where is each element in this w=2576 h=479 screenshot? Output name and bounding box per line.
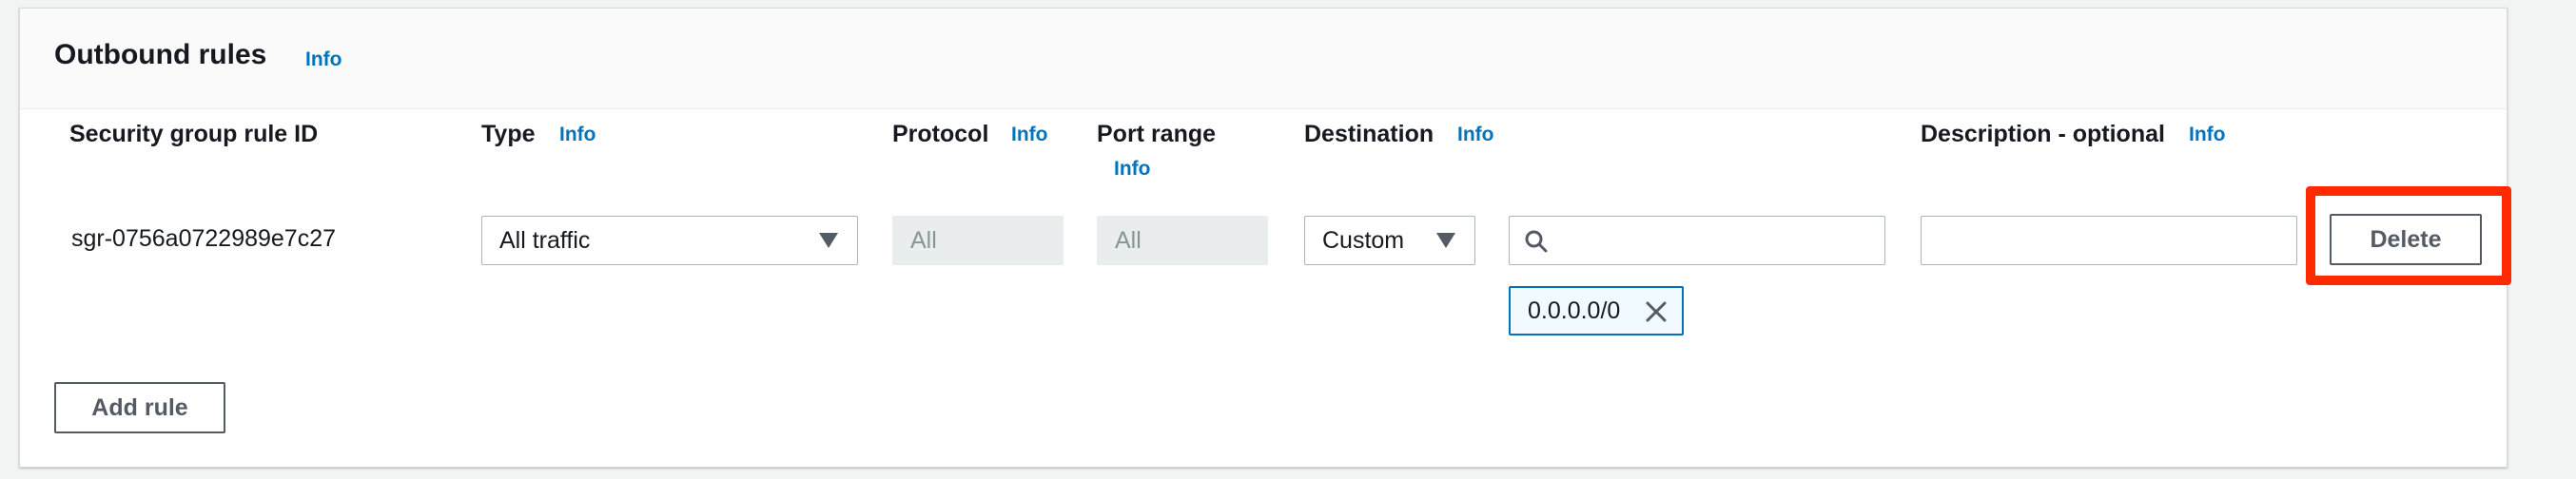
search-icon [1525, 230, 1548, 253]
panel-header: Outbound rules Info [20, 9, 2507, 109]
description-info-link[interactable]: Info [2189, 124, 2225, 146]
description-input[interactable] [1921, 216, 2297, 265]
protocol-value: All [910, 226, 937, 254]
destination-search-input[interactable] [1509, 216, 1885, 265]
col-type-label: Type [481, 121, 536, 147]
outbound-rules-panel: Outbound rules Info Security group rule … [19, 8, 2508, 468]
type-info-link[interactable]: Info [559, 124, 595, 146]
col-port-range-label: Port range [1097, 121, 1217, 147]
port-range-info-link[interactable]: Info [1114, 158, 1150, 181]
destination-token: 0.0.0.0/0 [1509, 286, 1684, 335]
destination-info-link[interactable]: Info [1457, 124, 1493, 146]
protocol-info-link[interactable]: Info [1011, 124, 1047, 146]
close-icon[interactable] [1644, 299, 1669, 324]
protocol-field: All [892, 216, 1064, 265]
destination-search [1509, 216, 1885, 265]
type-select[interactable]: All traffic [481, 216, 858, 265]
section-info-link[interactable]: Info [305, 48, 342, 71]
col-description-label: Description - optional [1921, 121, 2165, 147]
add-rule-button[interactable]: Add rule [54, 382, 225, 433]
type-select-value: All traffic [499, 226, 591, 254]
col-protocol-label: Protocol [892, 121, 989, 147]
destination-token-label: 0.0.0.0/0 [1528, 297, 1621, 324]
delete-button[interactable]: Delete [2330, 214, 2482, 265]
col-rule-id-label: Security group rule ID [69, 121, 319, 147]
destination-type-select[interactable]: Custom [1304, 216, 1475, 265]
port-range-field: All [1097, 216, 1268, 265]
rule-id-value: sgr-0756a0722989e7c27 [71, 225, 337, 252]
col-destination-label: Destination [1304, 121, 1434, 147]
destination-type-value: Custom [1322, 226, 1405, 254]
section-title: Outbound rules [54, 39, 267, 70]
caret-down-icon [1436, 233, 1455, 248]
caret-down-icon [819, 233, 838, 248]
port-range-value: All [1115, 226, 1142, 254]
